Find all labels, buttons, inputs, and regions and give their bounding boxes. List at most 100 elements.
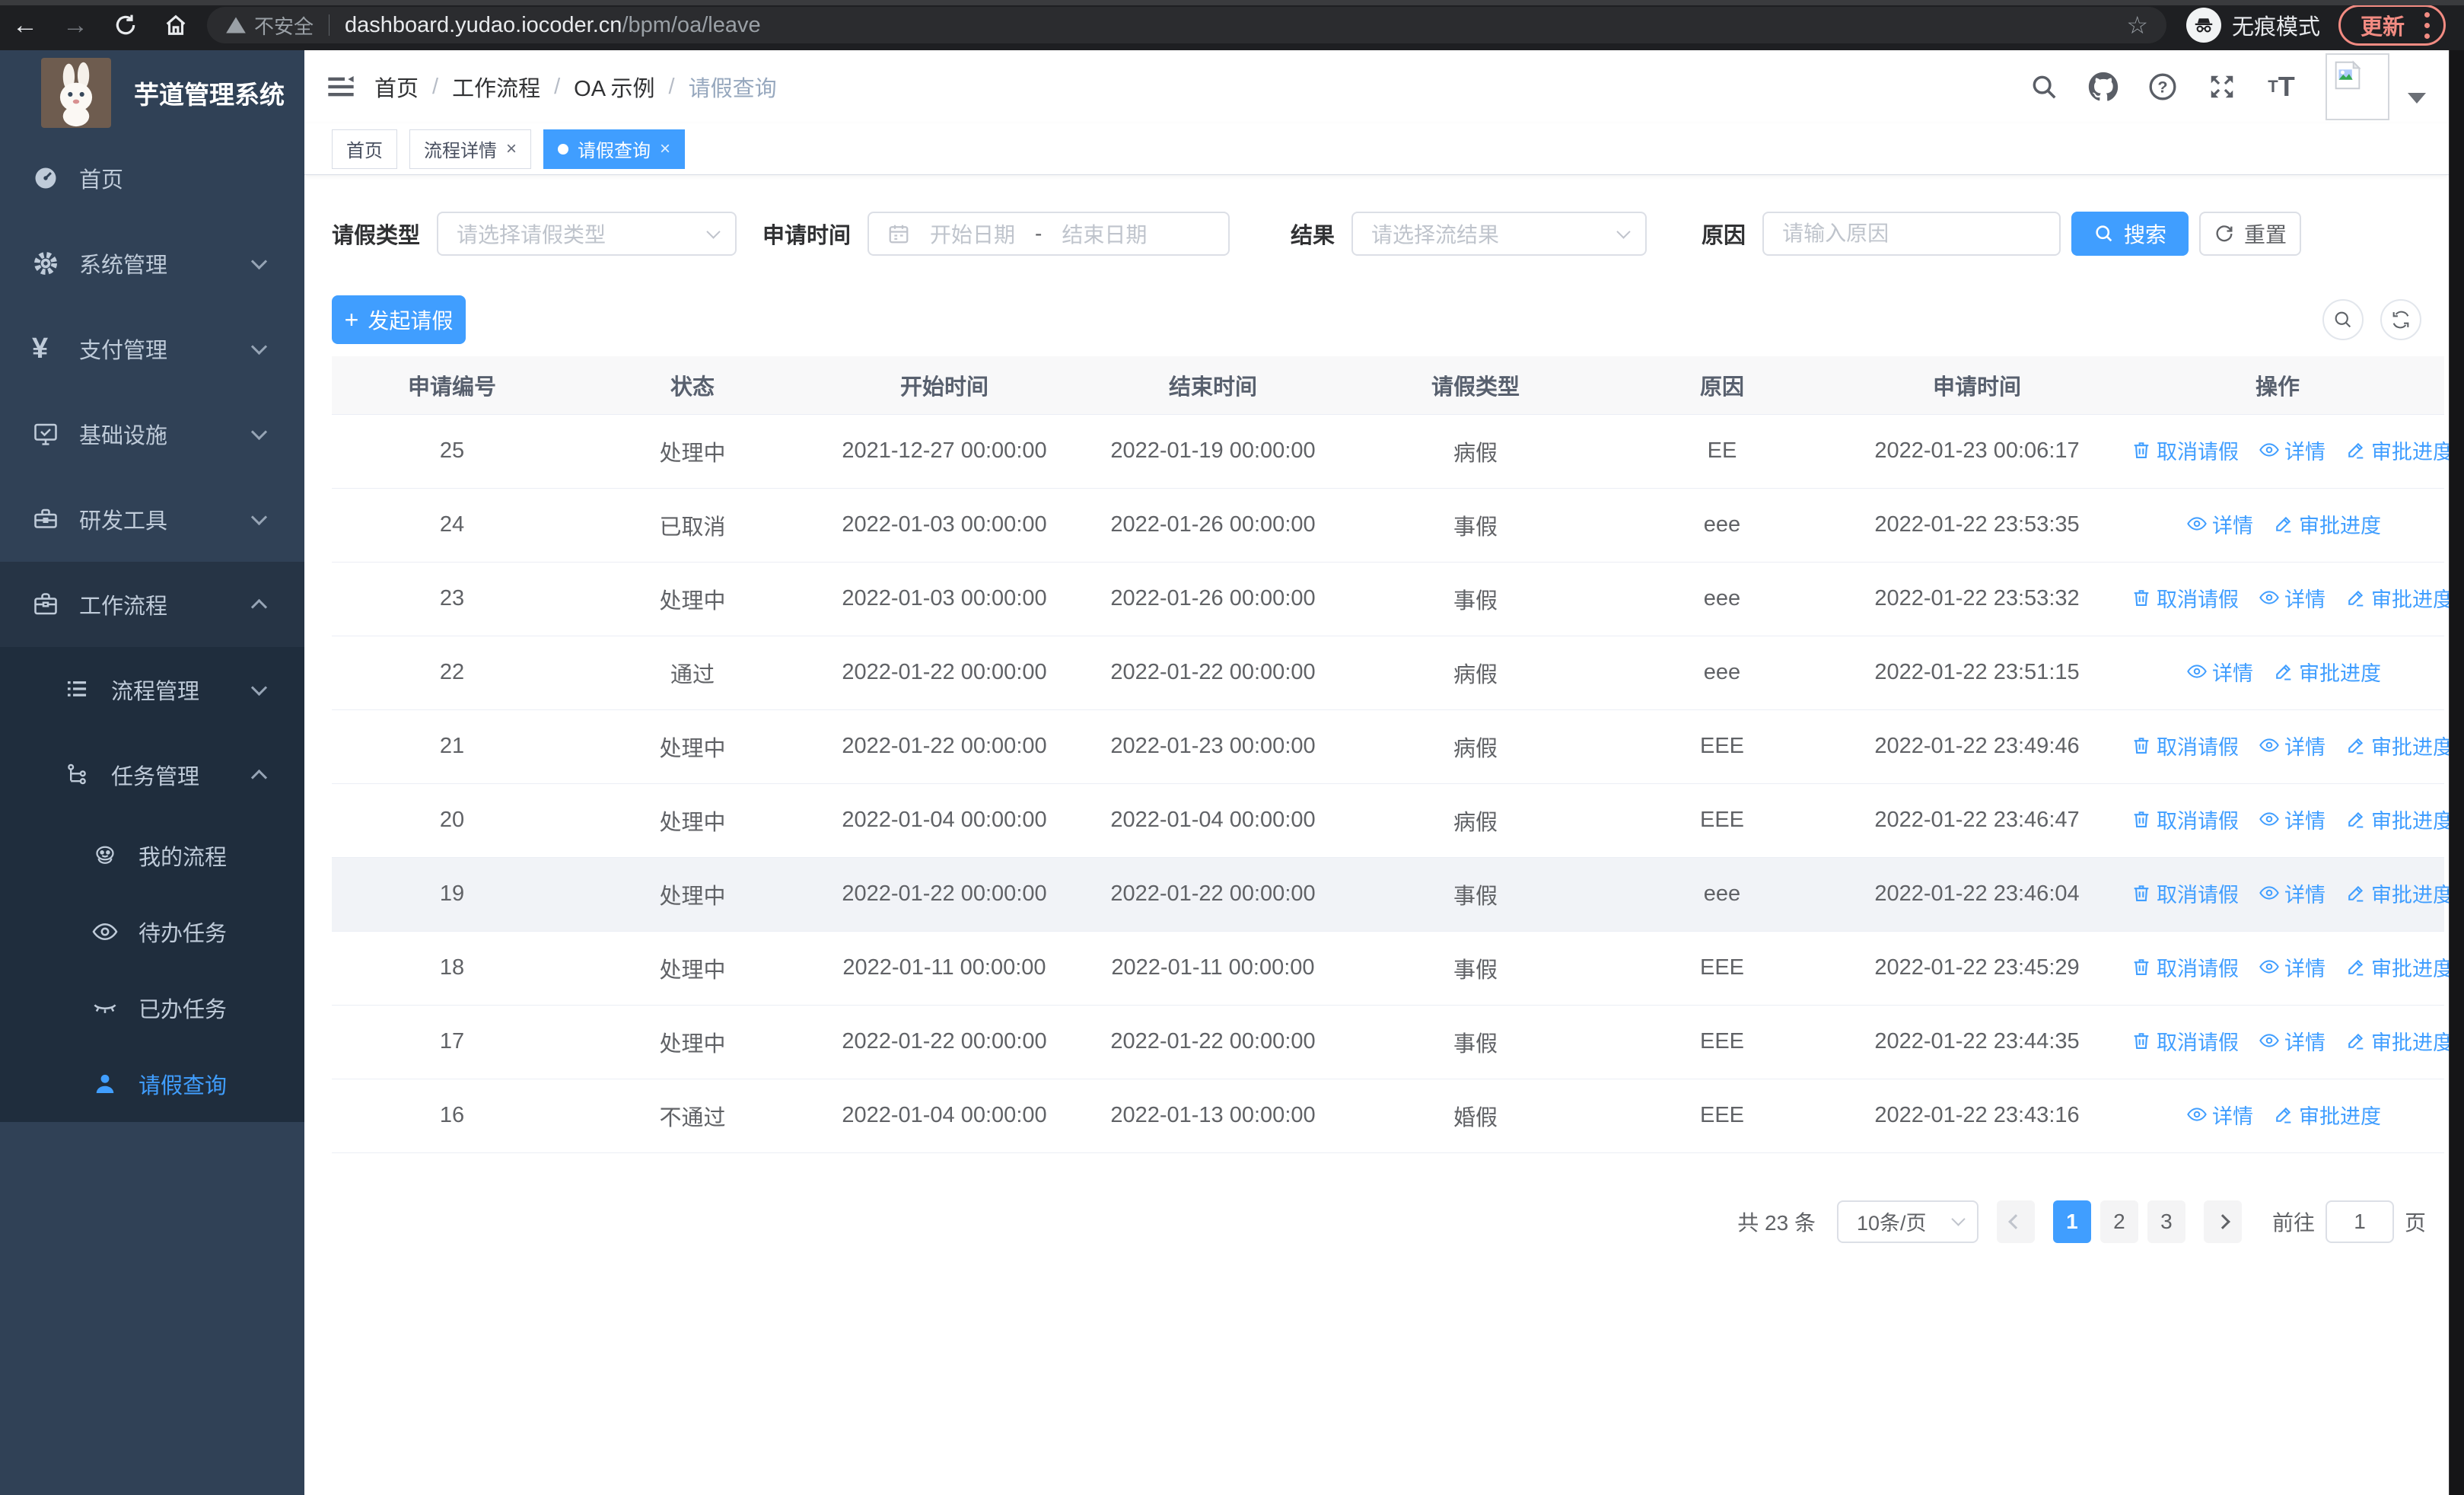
bookmark-star-icon[interactable]: ☆ [2126,11,2148,40]
cancel-link[interactable]: 取消请假 [2131,583,2239,613]
detail-link[interactable]: 详情 [2259,435,2326,465]
detail-link[interactable]: 详情 [2259,731,2326,760]
tag-流程详情[interactable]: 流程详情 × [409,129,532,169]
progress-link[interactable]: 审批进度 [2345,731,2453,760]
reset-button[interactable]: 重置 [2199,212,2302,256]
close-icon[interactable]: × [506,139,517,158]
cancel-link[interactable]: 取消请假 [2131,805,2239,834]
address-bar[interactable]: 不安全 dashboard.yudao.iocoder.cn/bpm/oa/le… [207,7,2166,43]
refresh-icon [116,14,135,35]
progress-link[interactable]: 审批进度 [2345,435,2453,465]
header-search-button[interactable] [2029,72,2059,102]
page-scrollbar[interactable] [2449,50,2464,1495]
apply-time-range-picker[interactable]: 开始日期 - 结束日期 [867,212,1230,256]
sidebar-item-基础设施[interactable]: 基础设施 [0,391,304,477]
sidebar-item-任务管理[interactable]: 任务管理 [0,732,304,818]
sidebar-item-系统管理[interactable]: 系统管理 [0,221,304,306]
progress-link[interactable]: 审批进度 [2273,509,2381,539]
close-icon[interactable]: × [660,139,670,158]
page-button-3[interactable]: 3 [2147,1200,2185,1243]
cell-start: 2022-01-04 00:00:00 [813,1079,1076,1153]
sidebar-item-已办任务[interactable]: 已办任务 [0,970,304,1046]
browser-back-button[interactable]: ← [0,0,50,50]
action-label: 取消请假 [2157,809,2239,833]
progress-link[interactable]: 审批进度 [2345,878,2453,908]
user-avatar[interactable] [2326,53,2389,120]
github-link[interactable] [2088,72,2119,102]
action-label: 详情 [2284,440,2326,464]
reason-label: 原因 [1702,224,1746,248]
detail-link[interactable]: 详情 [2259,1026,2326,1056]
detail-link[interactable]: 详情 [2186,657,2253,687]
breadcrumb-item[interactable]: OA 示例 [574,71,654,103]
progress-link[interactable]: 审批进度 [2345,952,2453,982]
sidebar-fold-button[interactable] [320,65,362,108]
cancel-link[interactable]: 取消请假 [2131,1026,2239,1056]
tag-请假查询[interactable]: 请假查询 × [543,129,686,169]
progress-link[interactable]: 审批进度 [2345,583,2453,613]
sidebar-item-工作流程[interactable]: 工作流程 [0,562,304,647]
cancel-link[interactable]: 取消请假 [2131,878,2239,908]
page-button-2[interactable]: 2 [2099,1200,2138,1243]
goto-page-input[interactable] [2325,1200,2394,1243]
sidebar-item-请假查询[interactable]: 请假查询 [0,1046,304,1122]
action-label: 详情 [2284,735,2326,759]
security-warning[interactable]: 不安全 [225,11,314,40]
sidebar-item-支付管理[interactable]: ¥ 支付管理 [0,306,304,391]
progress-link[interactable]: 审批进度 [2273,657,2381,687]
detail-link[interactable]: 详情 [2259,805,2326,834]
page-buttons: 123 [2044,1200,2185,1243]
refresh-table-button[interactable] [2380,299,2421,340]
robot-icon [91,842,119,869]
avatar-dropdown-caret[interactable] [2408,93,2426,104]
leave-type-select[interactable]: 请选择请假类型 [437,212,737,256]
detail-link[interactable]: 详情 [2259,583,2326,613]
sidebar-item-待办任务[interactable]: 待办任务 [0,894,304,970]
cell-apply_time: 2022-01-22 23:46:47 [1843,783,2111,858]
sidebar-item-我的流程[interactable]: 我的流程 [0,818,304,894]
page-size-select[interactable]: 10条/页 [1836,1200,1979,1243]
help-button[interactable]: ? [2147,72,2178,102]
prev-page-button[interactable] [1996,1200,2035,1243]
detail-link[interactable]: 详情 [2186,1100,2253,1130]
cancel-link[interactable]: 取消请假 [2131,731,2239,760]
detail-link[interactable]: 详情 [2186,509,2253,539]
chevron-up-icon [250,769,268,786]
eye-icon [2259,882,2280,904]
sidebar-item-流程管理[interactable]: 流程管理 [0,647,304,732]
browser-menu-icon[interactable] [2424,11,2431,39]
create-leave-button[interactable]: + 发起请假 [332,295,466,344]
breadcrumb-item[interactable]: 工作流程 [452,71,540,103]
cell-reason: eee [1601,857,1843,932]
next-page-button[interactable] [2203,1200,2242,1243]
progress-link[interactable]: 审批进度 [2345,805,2453,834]
sidebar-item-研发工具[interactable]: 研发工具 [0,477,304,562]
browser-refresh-button[interactable] [100,0,151,50]
toggle-search-button[interactable] [2322,299,2364,340]
progress-link[interactable]: 审批进度 [2345,1026,2453,1056]
cell-type: 事假 [1350,857,1601,932]
page-button-1[interactable]: 1 [2052,1200,2091,1243]
reason-input[interactable] [1782,222,2042,246]
detail-link[interactable]: 详情 [2259,952,2326,982]
detail-link[interactable]: 详情 [2259,878,2326,908]
eye-icon [2259,808,2280,830]
fullscreen-button[interactable] [2207,72,2237,102]
progress-link[interactable]: 审批进度 [2273,1100,2381,1130]
breadcrumb-item[interactable]: 首页 [374,71,419,103]
font-size-button[interactable]: TT [2266,72,2297,102]
search-button[interactable]: 搜索 [2071,212,2189,256]
browser-update-button[interactable]: 更新 [2338,5,2446,46]
range-separator: - [1035,222,1043,245]
app-logo-row[interactable]: 芋道管理系统 [0,50,304,135]
result-select[interactable]: 请选择流结果 [1351,212,1647,256]
cell-apply_time: 2022-01-22 23:49:46 [1843,709,2111,784]
browser-forward-button[interactable]: → [50,0,100,50]
cancel-link[interactable]: 取消请假 [2131,435,2239,465]
cancel-link[interactable]: 取消请假 [2131,952,2239,982]
tag-首页[interactable]: 首页 [332,129,397,169]
browser-home-button[interactable] [151,0,201,50]
cell-reason: EEE [1601,1005,1843,1079]
sidebar-item-首页[interactable]: 首页 [0,135,304,221]
cell-type: 事假 [1350,488,1601,563]
